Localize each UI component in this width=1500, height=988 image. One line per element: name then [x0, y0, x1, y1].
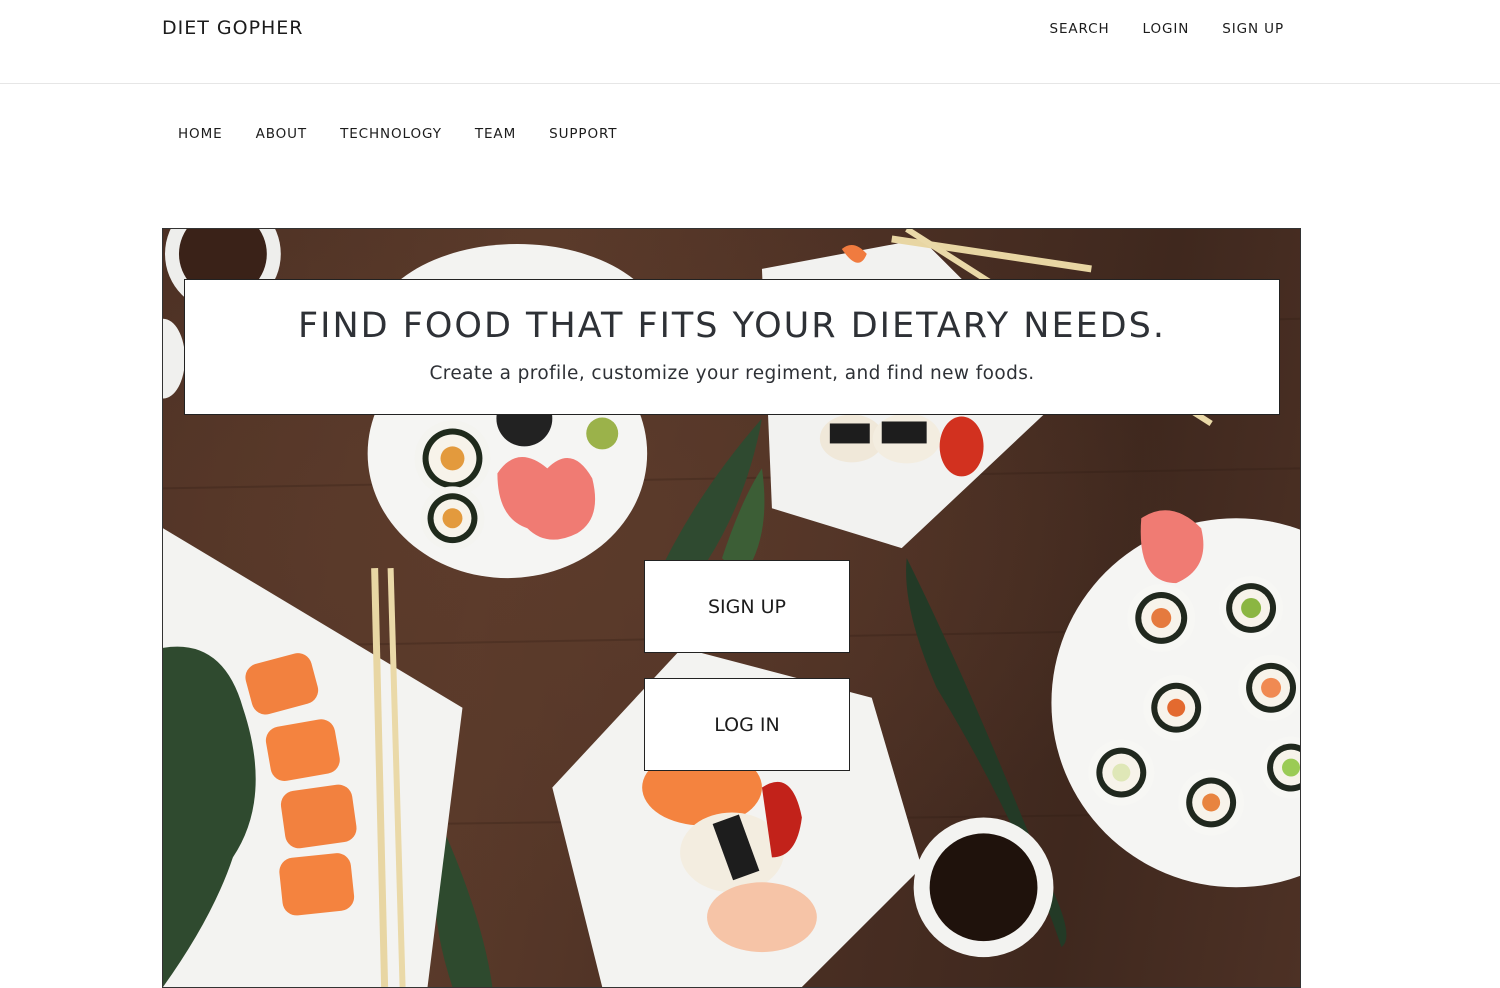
brand-logo[interactable]: DIET GOPHER: [162, 17, 304, 39]
nav-item-home[interactable]: HOME: [178, 126, 223, 142]
hero-section: FIND FOOD THAT FITS YOUR DIETARY NEEDS. …: [162, 228, 1301, 988]
hero-headline: FIND FOOD THAT FITS YOUR DIETARY NEEDS.: [298, 306, 1166, 346]
signup-button[interactable]: SIGN UP: [644, 560, 850, 653]
nav-item-technology[interactable]: TECHNOLOGY: [340, 126, 442, 142]
top-link-signup[interactable]: SIGN UP: [1222, 21, 1284, 37]
headline-banner: FIND FOOD THAT FITS YOUR DIETARY NEEDS. …: [184, 279, 1280, 415]
hero-subline: Create a profile, customize your regimen…: [429, 363, 1035, 384]
top-links: SEARCH LOGIN SIGN UP: [1050, 21, 1284, 37]
login-button[interactable]: LOG IN: [644, 678, 850, 771]
top-link-login[interactable]: LOGIN: [1143, 21, 1190, 37]
main-nav: HOME ABOUT TECHNOLOGY TEAM SUPPORT: [178, 126, 617, 142]
nav-item-team[interactable]: TEAM: [475, 126, 516, 142]
nav-item-support[interactable]: SUPPORT: [549, 126, 617, 142]
nav-item-about[interactable]: ABOUT: [256, 126, 308, 142]
top-link-search[interactable]: SEARCH: [1050, 21, 1110, 37]
top-bar: DIET GOPHER SEARCH LOGIN SIGN UP: [0, 0, 1500, 84]
